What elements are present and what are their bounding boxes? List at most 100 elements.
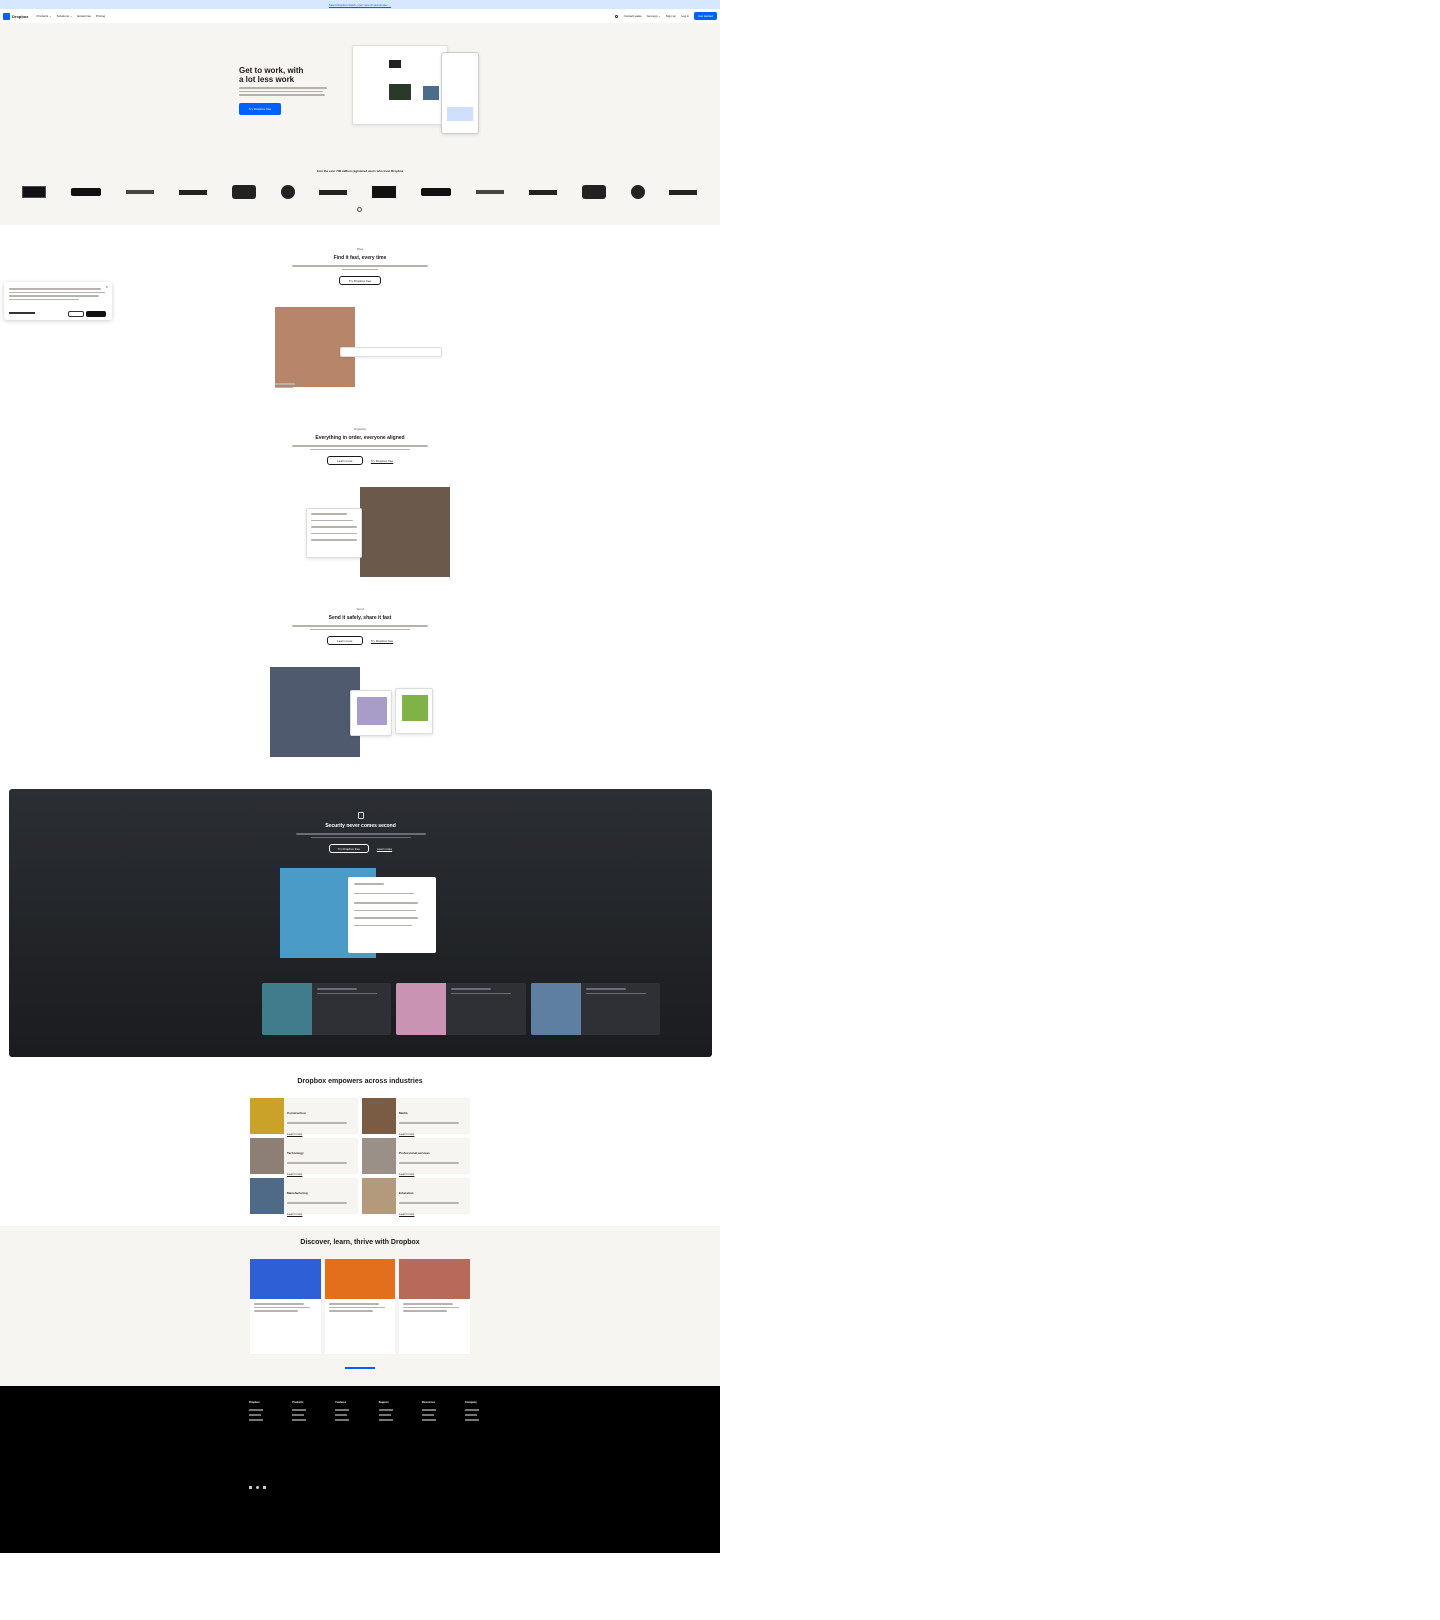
hydro-flask-logo bbox=[319, 189, 348, 195]
announcement-banner[interactable]: Meet Dropbox Dash, your new AI teammate … bbox=[0, 0, 720, 9]
hero-title-line1: Get to work, with bbox=[239, 66, 304, 75]
industries-grid: Construction Learn more Media Learn more T… bbox=[250, 1098, 470, 1216]
industry-card-professional-services[interactable]: Professional services Learn more bbox=[362, 1138, 470, 1176]
feature-send-title: Send it safely, share it fast bbox=[328, 615, 392, 621]
industry-learn-more[interactable]: Learn more bbox=[287, 1212, 347, 1216]
security-cards bbox=[262, 983, 660, 1035]
logo-strip-pause-icon[interactable] bbox=[357, 207, 362, 212]
view-more-resources-link[interactable] bbox=[345, 1367, 375, 1369]
footer-col-resources: Resources bbox=[421, 1401, 436, 1424]
logo-strip bbox=[0, 182, 720, 202]
industry-name: Construction bbox=[287, 1111, 306, 1115]
shared-file-card-2 bbox=[395, 688, 433, 734]
industry-card-technology[interactable]: Technology Learn more bbox=[250, 1138, 358, 1176]
brand-badge-logo-2 bbox=[581, 185, 606, 199]
hero-title: Get to work, with a lot less work bbox=[239, 66, 303, 84]
article-card-2[interactable] bbox=[324, 1259, 396, 1354]
hero-title-line2: a lot less work bbox=[239, 75, 295, 84]
article-card-1[interactable] bbox=[250, 1259, 321, 1354]
footer-social-icons bbox=[249, 1486, 266, 1489]
nav-contact-sales[interactable]: Contact sales bbox=[624, 14, 642, 18]
get-started-button[interactable]: Get started bbox=[694, 12, 717, 20]
footer-col-dropbox: Dropbox bbox=[249, 1401, 263, 1424]
nav-solutions[interactable]: Solutions ⌄ bbox=[57, 14, 73, 18]
security-title: Security never comes second bbox=[325, 823, 396, 829]
feature-find-try-button[interactable]: Try Dropbox free bbox=[339, 276, 381, 285]
industry-learn-more[interactable]: Learn more bbox=[399, 1132, 459, 1136]
footer-col-company: Company bbox=[464, 1401, 479, 1424]
nav-sign-up[interactable]: Sign up bbox=[666, 14, 676, 18]
industry-name: Professional services bbox=[399, 1151, 430, 1155]
discover-title: Discover, learn, thrive with Dropbox bbox=[300, 1239, 420, 1246]
industry-card-construction[interactable]: Construction Learn more bbox=[250, 1098, 358, 1136]
footer-columns: Dropbox Products Features Support Resour… bbox=[249, 1401, 479, 1424]
mclaren-logo bbox=[178, 189, 207, 195]
facebook-icon[interactable] bbox=[256, 1486, 259, 1489]
testimonial-card-1[interactable] bbox=[262, 983, 392, 1035]
banner-text[interactable]: Meet Dropbox Dash, your new AI teammate … bbox=[329, 3, 391, 7]
organize-learn-more-button[interactable]: Learn more bbox=[326, 456, 363, 465]
fashion-search-bar[interactable] bbox=[340, 347, 442, 357]
article-card-3[interactable] bbox=[399, 1259, 471, 1354]
shared-file-card-1 bbox=[350, 690, 392, 736]
security-learn-more-link[interactable]: Learn more bbox=[377, 847, 392, 851]
send-try-free-link[interactable]: Try Dropbox free bbox=[371, 639, 393, 643]
industry-learn-more[interactable]: Learn more bbox=[287, 1132, 347, 1136]
hero-app-screenshot bbox=[352, 45, 448, 125]
fashion-caption bbox=[275, 383, 335, 388]
circle-badge-logo bbox=[280, 185, 295, 199]
industry-card-media[interactable]: Media Learn more bbox=[362, 1098, 470, 1136]
nav-log-in[interactable]: Log in bbox=[681, 14, 689, 18]
lincoln-center-logo-2 bbox=[476, 190, 505, 194]
zoom-logo-2 bbox=[421, 188, 452, 196]
brand-badge-logo bbox=[231, 185, 256, 199]
hero-description bbox=[239, 87, 329, 96]
dropbox-icon bbox=[3, 12, 10, 20]
laptop-photo bbox=[270, 667, 360, 757]
page: Meet Dropbox Dash, your new AI teammate … bbox=[0, 0, 720, 1620]
zoom-logo bbox=[71, 188, 102, 196]
mclaren-logo-2 bbox=[528, 189, 557, 195]
lock-icon bbox=[357, 812, 364, 819]
feature-organize-title: Everything in order, everyone aligned bbox=[315, 435, 405, 441]
race-car-photo bbox=[360, 487, 450, 577]
trust-heading: Join the over 700 million registered use… bbox=[316, 169, 404, 173]
article-cards bbox=[250, 1259, 471, 1354]
webinar-card[interactable] bbox=[530, 983, 660, 1035]
footer-col-products: Products bbox=[292, 1401, 307, 1424]
industry-name: Manufacturing bbox=[287, 1191, 308, 1195]
industry-name: Media bbox=[399, 1111, 408, 1115]
industry-name: Education bbox=[399, 1191, 414, 1195]
nav-enterprise[interactable]: Enterprise bbox=[77, 14, 91, 18]
testimonial-card-2[interactable] bbox=[396, 983, 526, 1035]
decline-button[interactable] bbox=[68, 311, 84, 317]
x-icon[interactable] bbox=[249, 1486, 252, 1489]
hero-try-free-button[interactable]: Try Dropbox free bbox=[239, 103, 281, 115]
send-learn-more-button[interactable]: Learn more bbox=[326, 636, 363, 645]
dropbox-logo[interactable]: Dropbox bbox=[3, 12, 29, 20]
nav-products[interactable]: Products ⌄ bbox=[36, 14, 51, 18]
sharing-settings-panel bbox=[348, 877, 436, 953]
globe-icon[interactable] bbox=[614, 14, 618, 18]
nav-pricing[interactable]: Pricing bbox=[96, 14, 105, 18]
footer-col-support: Support bbox=[378, 1401, 393, 1424]
customize-cookies-link[interactable] bbox=[9, 312, 35, 314]
industry-learn-more[interactable]: Learn more bbox=[399, 1212, 459, 1216]
cookie-banner: × bbox=[4, 282, 112, 320]
organize-try-free-link[interactable]: Try Dropbox free bbox=[371, 459, 393, 463]
nav-get-app[interactable]: Get app ⌄ bbox=[647, 14, 661, 18]
hydro-flask-logo-2 bbox=[669, 189, 698, 195]
industry-learn-more[interactable]: Learn more bbox=[287, 1172, 347, 1176]
brand-name: Dropbox bbox=[12, 13, 29, 19]
naming-convention-dialog bbox=[306, 508, 362, 558]
feature-find-title: Find it fast, every time bbox=[333, 255, 387, 261]
youtube-icon[interactable] bbox=[263, 1486, 266, 1489]
security-try-free-button[interactable]: Try Dropbox free bbox=[328, 844, 369, 853]
industries-title: Dropbox empowers across industries bbox=[297, 1078, 423, 1085]
industry-name: Technology bbox=[287, 1151, 304, 1155]
industry-card-manufacturing[interactable]: Manufacturing Learn more bbox=[250, 1178, 358, 1216]
industry-card-education[interactable]: Education Learn more bbox=[362, 1178, 470, 1216]
accept-all-button[interactable] bbox=[86, 311, 106, 317]
katz-media-logo-2 bbox=[372, 186, 397, 198]
industry-learn-more[interactable]: Learn more bbox=[399, 1172, 459, 1176]
